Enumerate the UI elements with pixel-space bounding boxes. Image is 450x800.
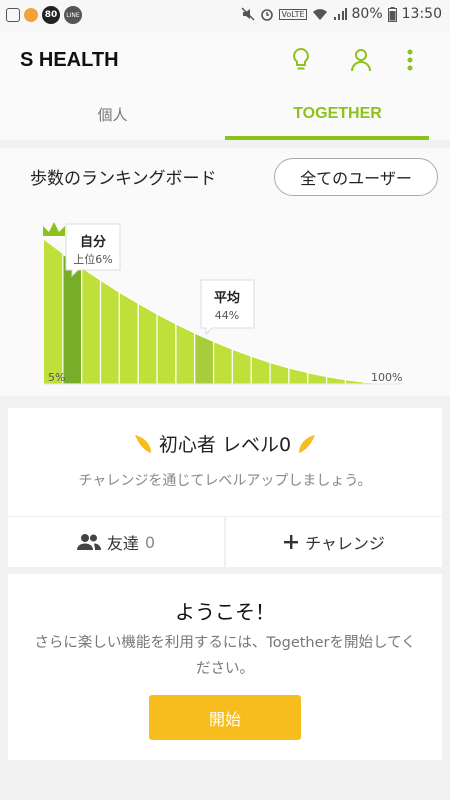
- clock: 13:50: [401, 6, 442, 22]
- me-marker: 自分 上位6%: [65, 223, 121, 278]
- chart-bar: [288, 367, 309, 385]
- challenge-label: チャレンジ: [305, 534, 385, 553]
- battery-icon: [387, 6, 397, 22]
- chart-bar: [81, 266, 102, 385]
- chart-bar: [137, 302, 158, 385]
- tab-indicator: [225, 136, 429, 140]
- level-card: 初心者 レベル0 チャレンジを通じてレベルアップしましょう。: [8, 408, 442, 516]
- level-subtitle: チャレンジを通じてレベルアップしましょう。: [78, 473, 372, 489]
- battery-level: 80%: [351, 6, 383, 22]
- chart-bar: [250, 355, 271, 385]
- me-marker-detail: 上位6%: [73, 252, 112, 266]
- signal-icon: [333, 8, 347, 20]
- more-vert-icon: [407, 49, 413, 71]
- tab-bar: 個人 TOGETHER: [0, 88, 450, 140]
- mute-icon: [241, 7, 255, 21]
- level-title: 初心者 レベル0: [158, 434, 292, 456]
- level-heading: 初心者 レベル0: [8, 430, 442, 457]
- chart-bar: [99, 279, 120, 385]
- notification-badge: 80: [42, 6, 60, 24]
- friends-label: 友達: [106, 534, 139, 553]
- tab-together[interactable]: TOGETHER: [225, 88, 450, 140]
- chart-bar: [344, 379, 365, 385]
- lightbulb-icon: [293, 47, 309, 70]
- ranking-board: 歩数のランキングボード 全てのユーザー 自分 上位6% 平均 44% 5% 10…: [0, 148, 450, 396]
- friends-button[interactable]: 友達 0: [8, 517, 224, 567]
- tab-personal[interactable]: 個人: [0, 88, 225, 140]
- me-marker-title: 自分: [80, 234, 106, 250]
- chart-bar: [231, 348, 252, 385]
- challenge-button[interactable]: チャレンジ: [226, 517, 442, 567]
- start-button[interactable]: 開始: [149, 695, 301, 740]
- plus-icon: [284, 535, 299, 549]
- average-marker: 平均 44%: [200, 279, 255, 336]
- chart-bar: [269, 361, 290, 385]
- wing-right-icon: [299, 434, 316, 453]
- person-icon: [351, 49, 371, 72]
- chart-bar: [307, 371, 328, 385]
- welcome-message: さらに楽しい機能を利用するには、Togetherを開始してください。: [34, 635, 416, 677]
- chart-bar: [44, 240, 63, 384]
- line-app-icon: LINE: [64, 6, 82, 24]
- chart-bar: [156, 312, 177, 385]
- chart-bar: [194, 332, 215, 385]
- chart-bar: [326, 375, 347, 385]
- calendar-icon: [6, 8, 20, 22]
- weather-icon: [24, 8, 38, 22]
- status-bar: 80 LINE VoLTE 80% 13:50: [0, 0, 450, 32]
- friends-count: 0: [144, 532, 156, 552]
- more-options-button[interactable]: [396, 46, 424, 74]
- friends-icon: [76, 534, 101, 550]
- alarm-icon: [261, 9, 274, 21]
- chart-bar: [212, 340, 234, 385]
- wing-left-icon: [134, 434, 151, 453]
- app-title: S HEALTH: [20, 49, 119, 71]
- crown-icon: [43, 222, 65, 236]
- percentile-start-label: 5%: [48, 371, 65, 384]
- average-marker-detail: 44%: [215, 309, 239, 322]
- average-marker-title: 平均: [214, 290, 240, 306]
- app-bar: S HEALTH: [0, 32, 450, 88]
- chart-bar: [118, 291, 139, 385]
- tips-button[interactable]: [287, 46, 315, 74]
- welcome-title: ようこそ！: [175, 600, 275, 624]
- chart-bar: [175, 322, 196, 385]
- profile-button[interactable]: [347, 46, 375, 74]
- welcome-card: ようこそ！ さらに楽しい機能を利用するには、Togetherを開始してください。…: [8, 574, 442, 760]
- ranking-chart: 自分 上位6% 平均 44% 5% 100%: [43, 222, 402, 385]
- percentile-end-label: 100%: [371, 371, 402, 384]
- wifi-icon: [312, 9, 327, 20]
- volte-icon: VoLTE: [279, 8, 307, 20]
